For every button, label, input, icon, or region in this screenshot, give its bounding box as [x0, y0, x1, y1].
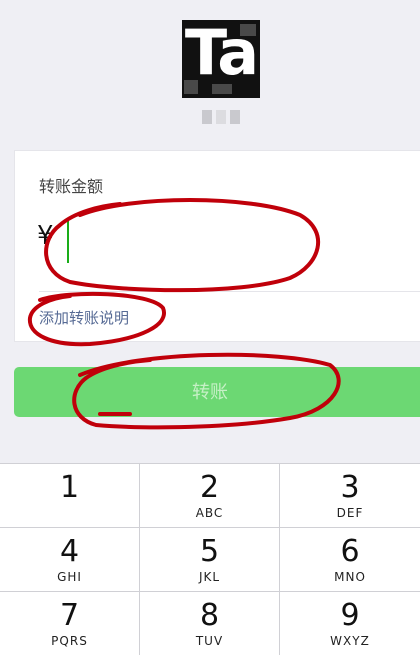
key-9[interactable]: 9 WXYZ [280, 592, 420, 655]
key-6[interactable]: 6 MNO [280, 528, 420, 592]
avatar-pixel [212, 84, 232, 94]
key-2[interactable]: 2 ABC [140, 464, 280, 528]
key-4[interactable]: 4 GHI [0, 528, 140, 592]
key-letters: TUV [195, 634, 224, 648]
key-letters: PQRS [51, 634, 88, 648]
blur-block [202, 110, 212, 124]
key-3[interactable]: 3 DEF [280, 464, 420, 528]
key-letters: GHI [57, 570, 82, 584]
amount-input[interactable] [65, 219, 405, 263]
input-caret [67, 219, 69, 263]
key-1[interactable]: 1 [0, 464, 140, 528]
key-8[interactable]: 8 TUV [140, 592, 280, 655]
key-number: 4 [59, 534, 80, 569]
key-number: 6 [340, 534, 360, 569]
avatar-pixel [184, 80, 198, 94]
blur-block [216, 110, 226, 124]
key-letters: ABC [195, 506, 224, 520]
key-letters: WXYZ [330, 634, 370, 648]
key-number: 7 [59, 598, 80, 633]
transfer-button-label: 转账 [192, 382, 228, 402]
avatar-pixel [240, 24, 256, 36]
key-5[interactable]: 5 JKL [140, 528, 280, 592]
key-number: 5 [199, 534, 220, 569]
add-note-link[interactable]: 添加转账说明 [39, 307, 129, 328]
key-number: 1 [59, 470, 80, 505]
key-number: 8 [199, 598, 220, 633]
key-letters: DEF [336, 506, 364, 520]
key-number: 2 [199, 470, 220, 505]
numeric-keypad: 1 2 ABC 3 DEF 4 GHI 5 JKL 6 MNO 7 PQRS 8 TUV 9W… [0, 463, 420, 655]
currency-symbol: ¥ [37, 221, 54, 251]
key-7[interactable]: 7 PQRS [0, 592, 140, 655]
key-letters: JKL [198, 570, 221, 584]
blur-block [230, 110, 240, 124]
divider [39, 291, 420, 292]
amount-label: 转账金额 [39, 177, 104, 196]
payee-avatar: Ta [182, 20, 260, 98]
key-number: 9 [340, 598, 360, 633]
key-letters: MNO [334, 570, 366, 584]
transfer-button[interactable]: 转账 [14, 367, 420, 417]
amount-card: 转账金额 ¥ 添加转账说明 [14, 150, 420, 342]
key-number: 3 [340, 470, 360, 505]
